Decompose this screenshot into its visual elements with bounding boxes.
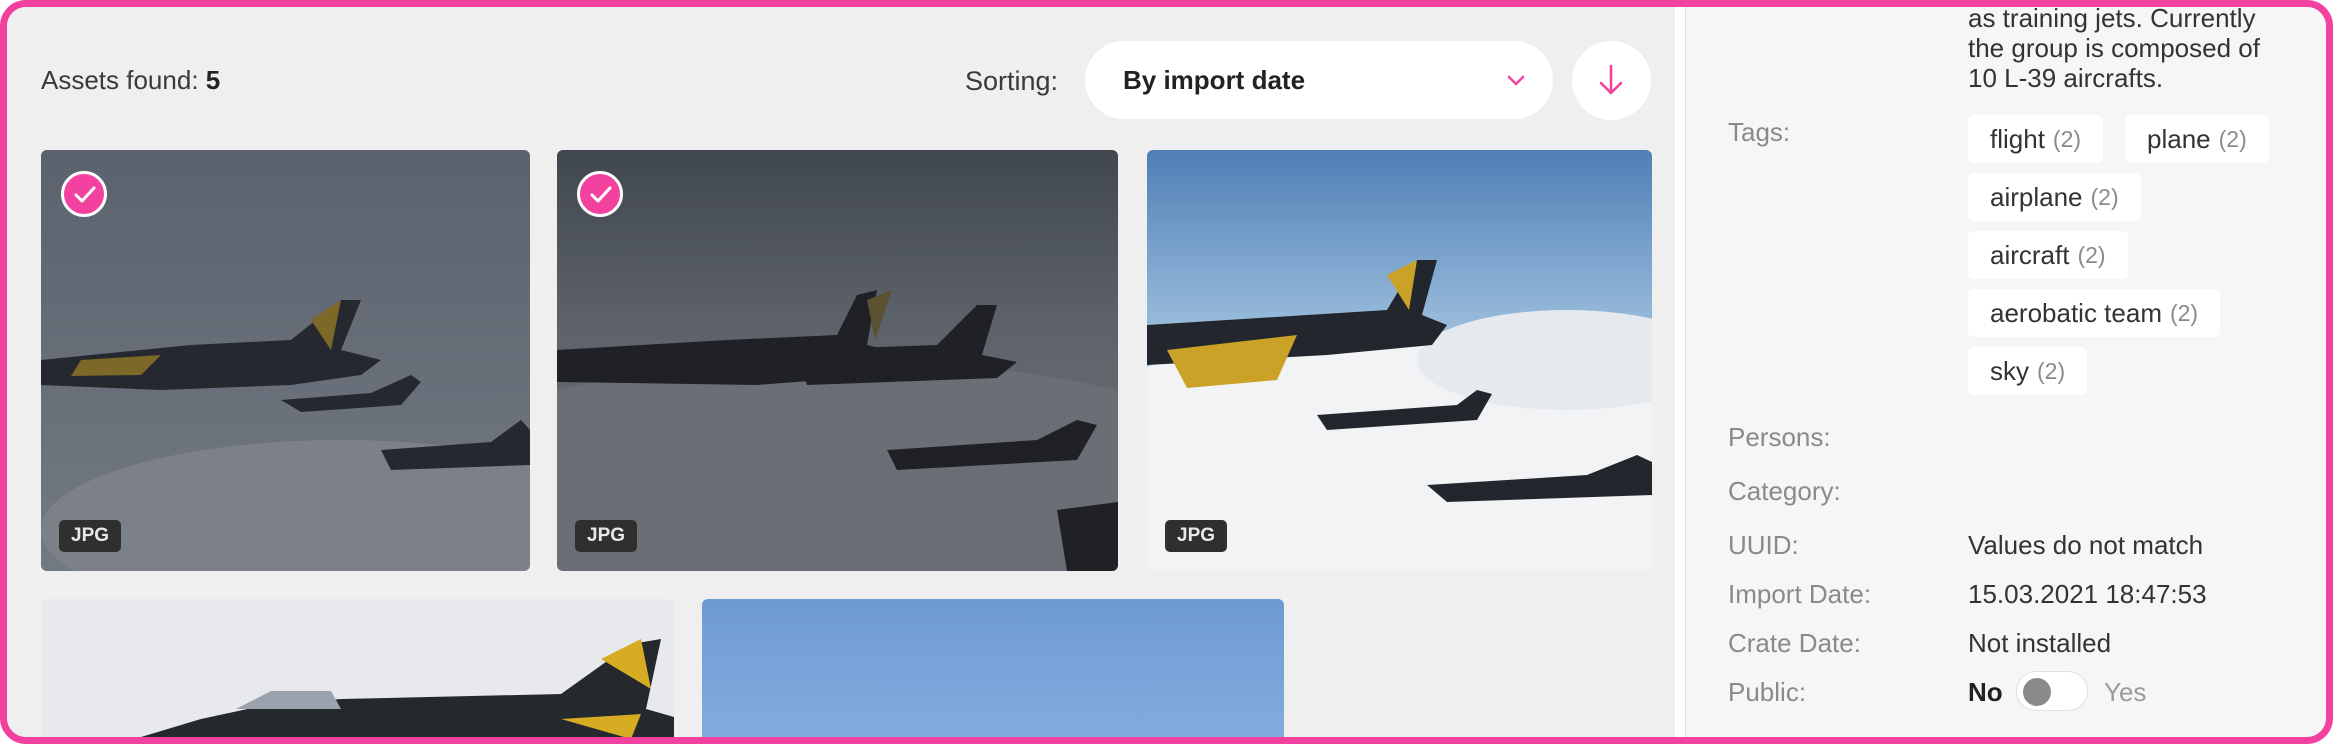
assets-found-label: Assets found: [41, 65, 199, 95]
tag-chip[interactable]: plane (2) [2125, 115, 2269, 163]
asset-browser: Assets found: 5 Sorting: By import date [7, 7, 1685, 737]
selection-overlay [41, 150, 530, 571]
persons-label: Persons: [1728, 422, 1831, 452]
asset-details-panel: as training jets. Currently the group is… [1685, 7, 2326, 737]
tag-chip[interactable]: aerobatic team (2) [1968, 289, 2221, 337]
sorting-label: Sorting: [965, 66, 1059, 96]
asset-image [702, 599, 1284, 737]
public-yes-label: Yes [2104, 677, 2147, 707]
tag-count: (2) [2169, 299, 2199, 326]
tag-count: (2) [2037, 357, 2066, 384]
tag-name: flight [1990, 123, 2045, 154]
import-date-value: 15.03.2021 18:47:53 [1968, 579, 2207, 609]
toggle-knob [2023, 678, 2051, 706]
asset-card[interactable]: JPG [41, 150, 530, 571]
import-date-label: Import Date: [1728, 579, 1872, 609]
asset-card[interactable] [702, 599, 1284, 737]
chevron-down-icon [1507, 75, 1525, 86]
pane-divider[interactable] [1675, 7, 1685, 737]
tags-label: Tags: [1728, 117, 1791, 147]
app-window: Assets found: 5 Sorting: By import date [0, 0, 2333, 744]
asset-image [1147, 150, 1652, 571]
file-type-badge: JPG [59, 520, 122, 552]
asset-description: as training jets. Currently the group is… [1968, 7, 2308, 93]
public-toggle[interactable] [2016, 671, 2088, 711]
tag-chip[interactable]: aircraft (2) [1968, 231, 2128, 279]
create-date-value: Not installed [1968, 628, 2112, 658]
category-label: Category: [1728, 476, 1841, 506]
sorting-select[interactable]: By import date [1085, 41, 1553, 119]
assets-found-count: 5 [205, 65, 221, 95]
asset-card[interactable]: JPG [1147, 150, 1652, 571]
tag-chip[interactable]: sky (2) [1968, 347, 2088, 395]
create-date-label: Crate Date: [1728, 628, 1861, 658]
arrow-down-icon [1599, 64, 1623, 95]
asset-image [41, 599, 674, 737]
public-label: Public: [1728, 677, 1807, 707]
check-icon[interactable] [577, 171, 623, 217]
file-type-badge: JPG [1165, 520, 1228, 552]
assets-found: Assets found: 5 [41, 65, 220, 96]
public-no-label: No [1968, 677, 2003, 707]
tag-name: airplane [1990, 181, 2083, 212]
tag-count: (2) [2052, 125, 2082, 152]
tag-count: (2) [2218, 125, 2247, 152]
uuid-value: Values do not match [1968, 530, 2204, 560]
sorting-value: By import date [1123, 64, 1306, 95]
file-type-badge: JPG [575, 520, 638, 552]
sort-direction-button[interactable] [1572, 41, 1651, 120]
tag-name: aircraft [1990, 239, 2070, 270]
asset-card[interactable] [41, 599, 674, 737]
tag-count: (2) [2090, 183, 2119, 210]
uuid-label: UUID: [1728, 530, 1799, 560]
tag-name: aerobatic team [1990, 297, 2162, 328]
tag-name: plane [2147, 123, 2211, 154]
check-icon[interactable] [61, 171, 107, 217]
tag-count: (2) [2077, 241, 2106, 268]
selection-overlay [557, 150, 1118, 571]
asset-card[interactable]: JPG [557, 150, 1118, 571]
tag-chip[interactable]: flight (2) [1968, 115, 2104, 163]
tag-name: sky [1990, 355, 2029, 386]
tag-chip[interactable]: airplane (2) [1968, 173, 2141, 221]
description-line: the group is composed of [1968, 33, 2260, 63]
description-line: 10 L-39 aircrafts. [1968, 63, 2164, 93]
description-line: as training jets. Currently [1968, 7, 2256, 33]
